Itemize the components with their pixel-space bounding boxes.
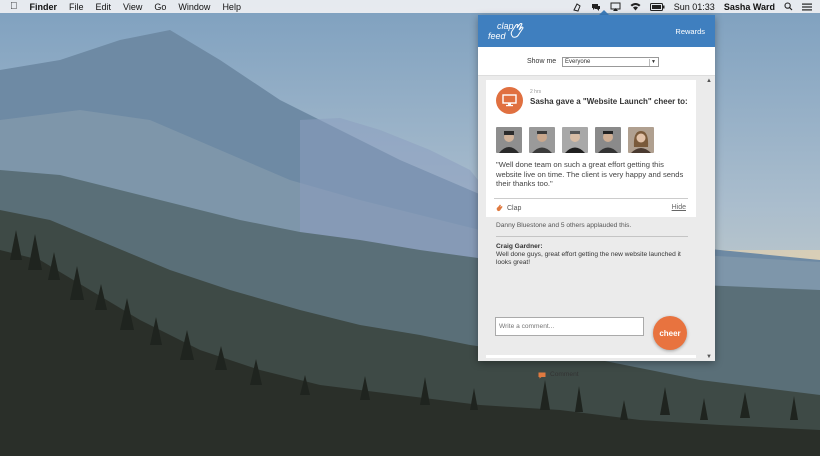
rewards-link[interactable]: Rewards	[675, 27, 705, 36]
filter-row: Show me Everyone ▼	[478, 55, 715, 69]
list-icon[interactable]	[802, 0, 812, 13]
menu-bar-left:  Finder File Edit View Go Window Help	[0, 1, 241, 12]
divider	[494, 198, 688, 199]
menu-view[interactable]: View	[123, 2, 142, 12]
hide-link[interactable]: Hide	[672, 204, 686, 211]
comment-label: Comment	[550, 371, 579, 378]
scroll-up-icon[interactable]: ▲	[705, 78, 713, 84]
menu-file[interactable]: File	[69, 2, 84, 12]
recipient-avatar[interactable]	[595, 127, 621, 153]
user-name[interactable]: Sasha Ward	[724, 2, 775, 12]
recipient-avatar[interactable]	[496, 127, 522, 153]
panel-header: clap feed Rewards	[478, 15, 715, 47]
apple-icon[interactable]: 	[10, 1, 18, 12]
menu-app-name[interactable]: Finder	[30, 2, 58, 12]
audience-select[interactable]: Everyone ▼	[562, 57, 659, 67]
post-time: 2 hrs	[530, 89, 542, 95]
menu-go[interactable]: Go	[154, 2, 166, 12]
comment-button[interactable]: Comment	[538, 371, 728, 379]
post-headline: Sasha gave a "Website Launch" cheer to:	[530, 97, 688, 106]
search-icon[interactable]	[784, 0, 793, 13]
post-message: "Well done team on such a great effort g…	[496, 160, 684, 189]
logo-text-feed: feed	[488, 31, 506, 41]
cheer-button[interactable]: cheer	[653, 316, 687, 350]
menu-edit[interactable]: Edit	[96, 2, 112, 12]
feed-card: 2 hrs Sasha gave a "Website Launch" chee…	[486, 80, 696, 378]
recipient-avatar[interactable]	[529, 127, 555, 153]
airplay-icon[interactable]	[610, 0, 621, 13]
comment-author[interactable]: Craig Gardner:	[496, 243, 686, 251]
clapfeed-panel: clap feed Rewards Show me Everyone ▼ 2 h…	[478, 15, 715, 378]
feed-area: 2 hrs Sasha gave a "Website Launch" chee…	[478, 75, 715, 378]
feed-scrollbar[interactable]: ▲ ▼	[705, 78, 713, 360]
battery-icon[interactable]	[649, 0, 665, 13]
recipient-avatar[interactable]	[562, 127, 588, 153]
comment-text: Well done guys, great effort getting the…	[496, 251, 681, 266]
clap-hand-icon	[509, 22, 525, 42]
post-actions: Clap Comment Hide	[496, 204, 686, 378]
card-bottom-edge	[486, 355, 696, 358]
scroll-down-icon[interactable]: ▼	[705, 354, 713, 360]
wifi-icon[interactable]	[630, 0, 641, 13]
comment-icon	[538, 372, 546, 378]
recipient-avatars	[496, 127, 654, 153]
menu-bar:  Finder File Edit View Go Window Help S…	[0, 0, 820, 13]
clap-label: Clap	[507, 204, 522, 212]
cheer-category-avatar[interactable]	[496, 87, 523, 114]
clock[interactable]: Sun 01:33	[674, 2, 715, 12]
filter-label: Show me	[527, 58, 557, 65]
menu-window[interactable]: Window	[178, 2, 210, 12]
audience-select-value: Everyone	[565, 59, 591, 65]
divider	[496, 236, 688, 237]
recipient-avatar[interactable]	[628, 127, 654, 153]
clapfeed-icon[interactable]	[572, 0, 582, 13]
menu-help[interactable]: Help	[222, 2, 241, 12]
clap-button[interactable]: Clap	[496, 204, 521, 212]
comment-item: Craig Gardner: Well done guys, great eff…	[496, 243, 686, 267]
chevron-down-icon: ▼	[649, 59, 657, 66]
applause-summary: Danny Bluestone and 5 others applauded t…	[496, 222, 632, 229]
clapfeed-logo: clap feed	[487, 19, 527, 43]
monitor-icon	[502, 94, 517, 107]
comment-input[interactable]	[495, 317, 644, 336]
clap-icon	[496, 204, 503, 212]
